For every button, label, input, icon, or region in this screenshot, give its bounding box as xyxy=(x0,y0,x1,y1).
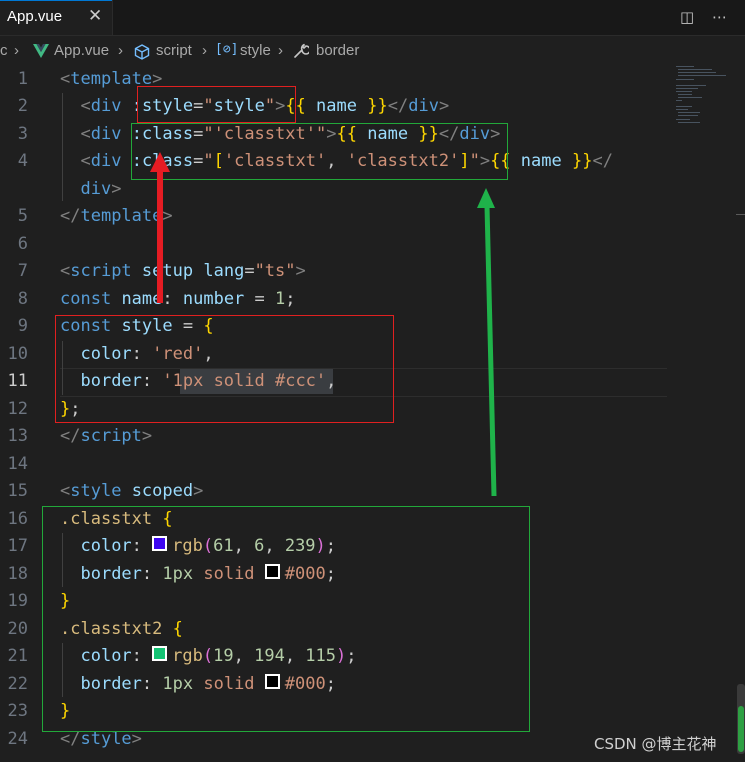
breadcrumb-item-script[interactable]: script xyxy=(156,42,192,59)
split-editor-icon[interactable]: ◫ xyxy=(680,8,694,26)
tab-bar: App.vue ✕ ◫ ⋯ xyxy=(0,0,745,36)
breadcrumb-separator: › xyxy=(118,42,123,59)
tab-active-indicator xyxy=(0,0,112,1)
close-icon[interactable]: ✕ xyxy=(88,6,102,26)
red-arrow-head xyxy=(150,152,170,172)
brackets-icon: [⊘] xyxy=(215,42,239,57)
more-actions-icon[interactable]: ⋯ xyxy=(712,8,727,26)
vue-icon xyxy=(33,44,49,62)
tab-app-vue[interactable]: App.vue ✕ xyxy=(0,0,113,35)
tab-label: App.vue xyxy=(7,8,63,25)
breadcrumb-separator: › xyxy=(278,42,283,59)
scrollbar-thumb[interactable] xyxy=(737,684,745,754)
minimap[interactable] xyxy=(676,66,726,126)
breadcrumb-item-file[interactable]: App.vue xyxy=(54,42,109,59)
breadcrumb-separator: › xyxy=(14,42,19,59)
watermark: CSDN @博主花神 xyxy=(594,735,717,753)
wrench-icon xyxy=(293,43,311,63)
cube-icon xyxy=(134,44,150,64)
breadcrumb-lead[interactable]: c xyxy=(0,42,8,59)
vertical-scrollbar[interactable] xyxy=(736,66,745,762)
breadcrumb-item-style[interactable]: style xyxy=(240,42,271,59)
breadcrumb-separator: › xyxy=(202,42,207,59)
code-editor[interactable]: 1 2 3 4 5 6 7 8 9 10 11 12 13 14 15 16 1… xyxy=(0,66,745,762)
breadcrumb-item-border[interactable]: border xyxy=(316,42,359,59)
green-arrow-head xyxy=(477,188,495,208)
annotation-arrows xyxy=(150,152,497,497)
breadcrumb: c › App.vue › script › [⊘] style › borde… xyxy=(0,38,745,66)
green-arrow xyxy=(484,205,497,497)
